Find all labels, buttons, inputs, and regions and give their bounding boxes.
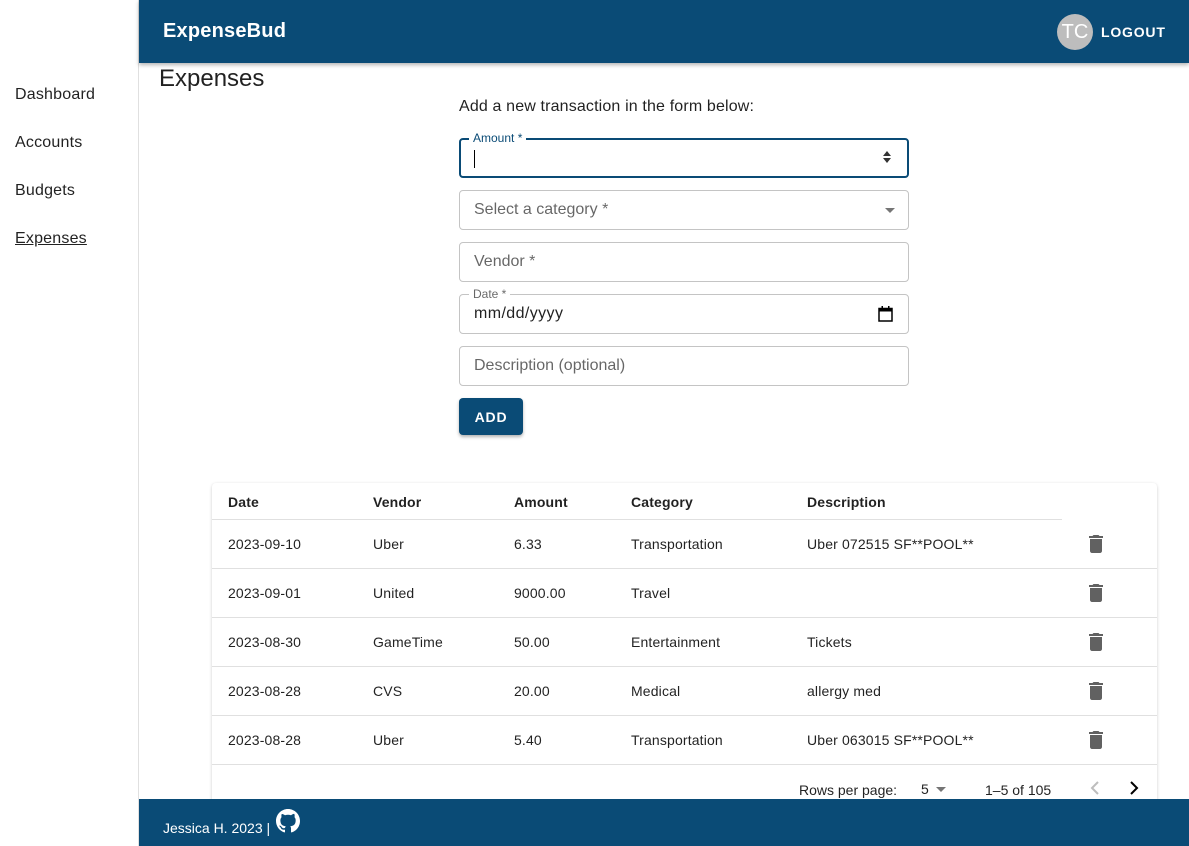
text-caret bbox=[474, 150, 475, 168]
cell-description: Uber 063015 SF**POOL** bbox=[807, 732, 974, 748]
description-field[interactable]: Description (optional) bbox=[459, 346, 909, 386]
dropdown-arrow-icon[interactable] bbox=[936, 787, 946, 792]
cell-category: Travel bbox=[631, 585, 671, 601]
table-row: 2023-08-28 CVS 20.00 Medical allergy med bbox=[212, 667, 1157, 716]
footer-text: Jessica H. 2023 | bbox=[163, 820, 271, 836]
cell-amount: 50.00 bbox=[514, 634, 550, 650]
chevron-right-icon[interactable] bbox=[1126, 779, 1142, 797]
table-header: Date Vendor Amount Category Description bbox=[212, 483, 1062, 520]
stepper-down-icon[interactable] bbox=[883, 158, 891, 163]
cell-vendor: Uber bbox=[373, 536, 404, 552]
chevron-left-icon[interactable] bbox=[1087, 779, 1103, 797]
calendar-icon[interactable] bbox=[878, 306, 893, 322]
amount-field[interactable]: Amount * bbox=[459, 131, 909, 178]
column-header-description[interactable]: Description bbox=[807, 494, 886, 510]
trash-icon[interactable] bbox=[1089, 535, 1103, 553]
cell-vendor: United bbox=[373, 585, 415, 601]
number-stepper[interactable] bbox=[881, 149, 893, 169]
trash-icon[interactable] bbox=[1089, 682, 1103, 700]
trash-icon[interactable] bbox=[1089, 731, 1103, 749]
github-icon[interactable] bbox=[276, 809, 300, 833]
sidebar-item-accounts[interactable]: Accounts bbox=[15, 134, 82, 152]
cell-date: 2023-08-28 bbox=[228, 683, 302, 699]
cell-date: 2023-08-30 bbox=[228, 634, 302, 650]
column-header-amount[interactable]: Amount bbox=[514, 494, 568, 510]
app-bar: ExpenseBud TC LOGOUT bbox=[139, 0, 1189, 63]
rows-per-page-select[interactable]: 5 bbox=[921, 781, 929, 797]
cell-date: 2023-09-01 bbox=[228, 585, 302, 601]
vendor-placeholder: Vendor * bbox=[474, 253, 536, 270]
cell-vendor: GameTime bbox=[373, 634, 443, 650]
dropdown-arrow-icon bbox=[885, 208, 895, 213]
add-button[interactable]: ADD bbox=[459, 398, 523, 435]
column-header-category[interactable]: Category bbox=[631, 494, 693, 510]
table-row: 2023-09-01 United 9000.00 Travel bbox=[212, 569, 1157, 618]
cell-amount: 6.33 bbox=[514, 536, 542, 552]
cell-date: 2023-08-28 bbox=[228, 732, 302, 748]
cell-category: Transportation bbox=[631, 536, 723, 552]
cell-vendor: Uber bbox=[373, 732, 404, 748]
cell-amount: 20.00 bbox=[514, 683, 550, 699]
expenses-table: Date Vendor Amount Category Description … bbox=[212, 483, 1157, 803]
date-value: mm/dd/yyyy bbox=[474, 305, 564, 322]
date-field[interactable]: Date * mm/dd/yyyy bbox=[459, 287, 909, 334]
date-label: Date * bbox=[469, 287, 511, 301]
sidebar: Dashboard Accounts Budgets Expenses bbox=[0, 0, 139, 846]
trash-icon[interactable] bbox=[1089, 584, 1103, 602]
cell-category: Entertainment bbox=[631, 634, 721, 650]
cell-vendor: CVS bbox=[373, 683, 403, 699]
cell-date: 2023-09-10 bbox=[228, 536, 302, 552]
amount-label: Amount * bbox=[469, 131, 527, 145]
footer: Jessica H. 2023 | bbox=[139, 799, 1189, 846]
column-header-vendor[interactable]: Vendor bbox=[373, 494, 421, 510]
trash-icon[interactable] bbox=[1089, 633, 1103, 651]
table-row: 2023-08-30 GameTime 50.00 Entertainment … bbox=[212, 618, 1157, 667]
cell-category: Transportation bbox=[631, 732, 723, 748]
category-placeholder: Select a category * bbox=[474, 201, 609, 218]
page-title: Expenses bbox=[159, 65, 265, 92]
pagination-range: 1–5 of 105 bbox=[985, 782, 1052, 798]
logout-button[interactable]: LOGOUT bbox=[1101, 24, 1166, 40]
cell-description: Tickets bbox=[807, 634, 852, 650]
cell-amount: 9000.00 bbox=[514, 585, 566, 601]
table-pagination: Rows per page: 5 1–5 of 105 bbox=[212, 764, 1157, 803]
form-intro-text: Add a new transaction in the form below: bbox=[459, 98, 755, 115]
description-placeholder: Description (optional) bbox=[474, 357, 626, 374]
cell-category: Medical bbox=[631, 683, 681, 699]
stepper-up-icon[interactable] bbox=[883, 151, 891, 156]
column-header-date[interactable]: Date bbox=[228, 494, 259, 510]
sidebar-item-budgets[interactable]: Budgets bbox=[15, 182, 75, 200]
cell-description: Uber 072515 SF**POOL** bbox=[807, 536, 974, 552]
sidebar-item-dashboard[interactable]: Dashboard bbox=[15, 86, 95, 104]
table-row: 2023-08-28 Uber 5.40 Transportation Uber… bbox=[212, 716, 1157, 765]
vendor-field[interactable]: Vendor * bbox=[459, 242, 909, 282]
rows-per-page-label: Rows per page: bbox=[799, 782, 898, 798]
app-brand: ExpenseBud bbox=[163, 20, 287, 42]
category-select[interactable]: Select a category * bbox=[459, 190, 909, 230]
sidebar-item-expenses[interactable]: Expenses bbox=[15, 230, 87, 248]
cell-description: allergy med bbox=[807, 683, 882, 699]
table-row: 2023-09-10 Uber 6.33 Transportation Uber… bbox=[212, 520, 1157, 569]
cell-amount: 5.40 bbox=[514, 732, 542, 748]
avatar[interactable]: TC bbox=[1057, 14, 1093, 50]
